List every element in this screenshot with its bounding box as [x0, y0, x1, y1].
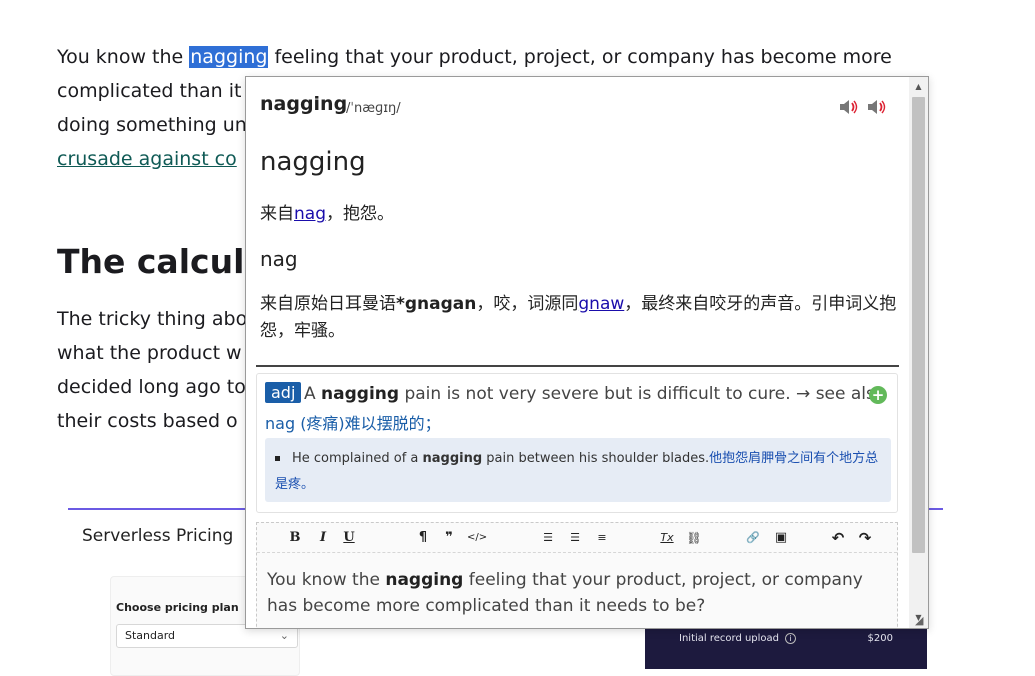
resize-handle-icon[interactable]: ◢: [915, 615, 927, 627]
article-paragraph-2: The tricky thing abo what the product w …: [57, 302, 247, 438]
article-link[interactable]: crusade against co: [57, 148, 237, 170]
upload-label: Initial record upload: [679, 633, 780, 644]
editor-content[interactable]: You know the nagging feeling that your p…: [267, 567, 877, 619]
popup-headword: nagging: [260, 93, 348, 115]
etymology-2: 来自原始日耳曼语*gnagan，咬，词源同gnaw，最终来自咬牙的声音。引申词义…: [260, 294, 897, 341]
clear-format-button[interactable]: Tx: [659, 528, 675, 548]
divider: [256, 365, 899, 367]
scroll-up-icon[interactable]: ▲: [909, 79, 928, 95]
cost-panel: Initial record upload i $200: [645, 629, 927, 669]
example-sentence: He complained of a nagging pain between …: [265, 438, 891, 502]
add-icon[interactable]: +: [869, 386, 887, 404]
definition-box: adj A nagging pain is not very severe bu…: [256, 373, 898, 513]
undo-button[interactable]: ↶: [830, 528, 846, 548]
choose-plan-label: Choose pricing plan: [116, 601, 239, 614]
article-line: decided long ago to: [57, 376, 246, 398]
pos-badge: adj: [265, 382, 302, 403]
article-line: The tricky thing abo: [57, 308, 248, 330]
article-line: what the product w: [57, 342, 242, 364]
popup-scrollbar[interactable]: ▲ ▼: [909, 77, 928, 628]
plan-select-value: Standard: [125, 629, 176, 642]
bold-button[interactable]: B: [287, 528, 303, 548]
bullet-icon: [275, 456, 280, 461]
selected-word[interactable]: nagging: [189, 46, 269, 68]
speaker-icon[interactable]: [866, 99, 888, 115]
image-button[interactable]: ▣: [773, 528, 789, 548]
paragraph-button[interactable]: ¶: [415, 528, 431, 548]
unordered-list-button[interactable]: ☰: [567, 528, 583, 548]
unlink-button[interactable]: ⛓: [686, 528, 702, 548]
etymology-1: 来自nag，抱怨。: [260, 204, 394, 224]
etymology-link[interactable]: gnaw: [578, 294, 624, 314]
etymology-link[interactable]: nag: [294, 204, 326, 224]
quote-button[interactable]: ❞: [441, 528, 457, 548]
indent-button[interactable]: ≡: [594, 528, 610, 548]
phonetic: /ˈnæɡɪŋ/: [346, 101, 401, 116]
popup-content: nagging /ˈnæɡɪŋ/ nagging 来自nag，抱怨。 nag 来…: [246, 77, 911, 628]
speaker-icon[interactable]: [838, 99, 860, 115]
scroll-thumb[interactable]: [912, 97, 925, 553]
code-button[interactable]: </>: [467, 528, 487, 548]
italic-button[interactable]: I: [315, 528, 331, 548]
article-line: their costs based o: [57, 410, 238, 432]
definition-text: A nagging pain is not very severe but is…: [304, 384, 886, 404]
underline-button[interactable]: U: [341, 528, 357, 548]
editor-toolbar: B I U ¶ ❞ </> ☰ ☰ ≡ Tx ⛓ 🔗 ▣ ↶ ↷: [257, 523, 897, 553]
link-button[interactable]: 🔗: [745, 528, 761, 548]
entry-title: nagging: [260, 147, 366, 177]
dictionary-popup: nagging /ˈnæɡɪŋ/ nagging 来自nag，抱怨。 nag 来…: [245, 76, 929, 629]
info-icon[interactable]: i: [785, 633, 797, 644]
article-line-1: You know the nagging feeling that your p…: [57, 46, 892, 68]
upload-price: $200: [867, 633, 893, 644]
definition-cn: nag (疼痛)难以摆脱的；: [265, 414, 441, 433]
card-title: Serverless Pricing: [82, 526, 234, 546]
ordered-list-button[interactable]: ☰: [540, 528, 556, 548]
note-editor[interactable]: B I U ¶ ❞ </> ☰ ☰ ≡ Tx ⛓ 🔗 ▣ ↶ ↷ You kno…: [256, 522, 898, 628]
redo-button[interactable]: ↷: [857, 528, 873, 548]
sub-word: nag: [260, 247, 298, 271]
